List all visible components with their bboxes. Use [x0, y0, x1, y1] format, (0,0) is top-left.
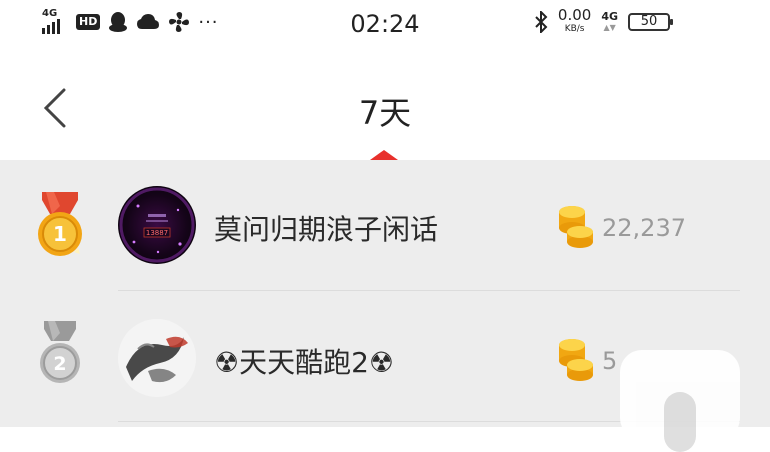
- coins-icon: [559, 339, 593, 381]
- user-name: 莫问归期浪子闲话: [214, 213, 439, 246]
- avatar-image: [118, 319, 196, 397]
- silver-medal-icon: 2: [40, 321, 80, 383]
- bluetooth-icon: [535, 10, 548, 33]
- status-right-icons: 0.00 KB/s 4G ▲▼ 50: [534, 8, 673, 35]
- page-header: 7天: [0, 50, 770, 160]
- tab-indicator: [370, 150, 398, 160]
- avatar-text: 13887: [146, 229, 168, 237]
- network-speed: 0.00 KB/s: [558, 8, 591, 35]
- battery-icon: 50: [628, 12, 673, 31]
- avatar[interactable]: [118, 319, 196, 397]
- network-speed-value: 0.00: [557, 6, 592, 24]
- gold-medal-icon: 1: [38, 192, 82, 256]
- page-title: 7天: [358, 94, 412, 132]
- network-speed-unit: KB/s: [564, 24, 585, 34]
- coins-icon: [559, 206, 593, 248]
- avatar[interactable]: 13887: [118, 186, 196, 264]
- score-value: 5: [602, 347, 618, 375]
- score-value: 22,237: [602, 214, 686, 242]
- data-arrows-icon: ▲▼: [603, 22, 616, 32]
- mobile-data-indicator: 4G ▲▼: [601, 11, 618, 33]
- rank-number: 2: [53, 353, 66, 375]
- mobile-data-label: 4G: [601, 9, 618, 23]
- user-name: ☢天天酷跑2☢: [214, 346, 395, 379]
- rank-number: 1: [53, 222, 67, 246]
- widget-handle[interactable]: [664, 392, 696, 452]
- avatar-image: 13887: [119, 187, 195, 263]
- list-item[interactable]: 1 13887 莫问归期浪子闲话 22,237: [0, 160, 770, 290]
- status-bar: 4G HD ··· 02:24 0.00 KB/s 4G ▲▼ 50: [0, 0, 770, 50]
